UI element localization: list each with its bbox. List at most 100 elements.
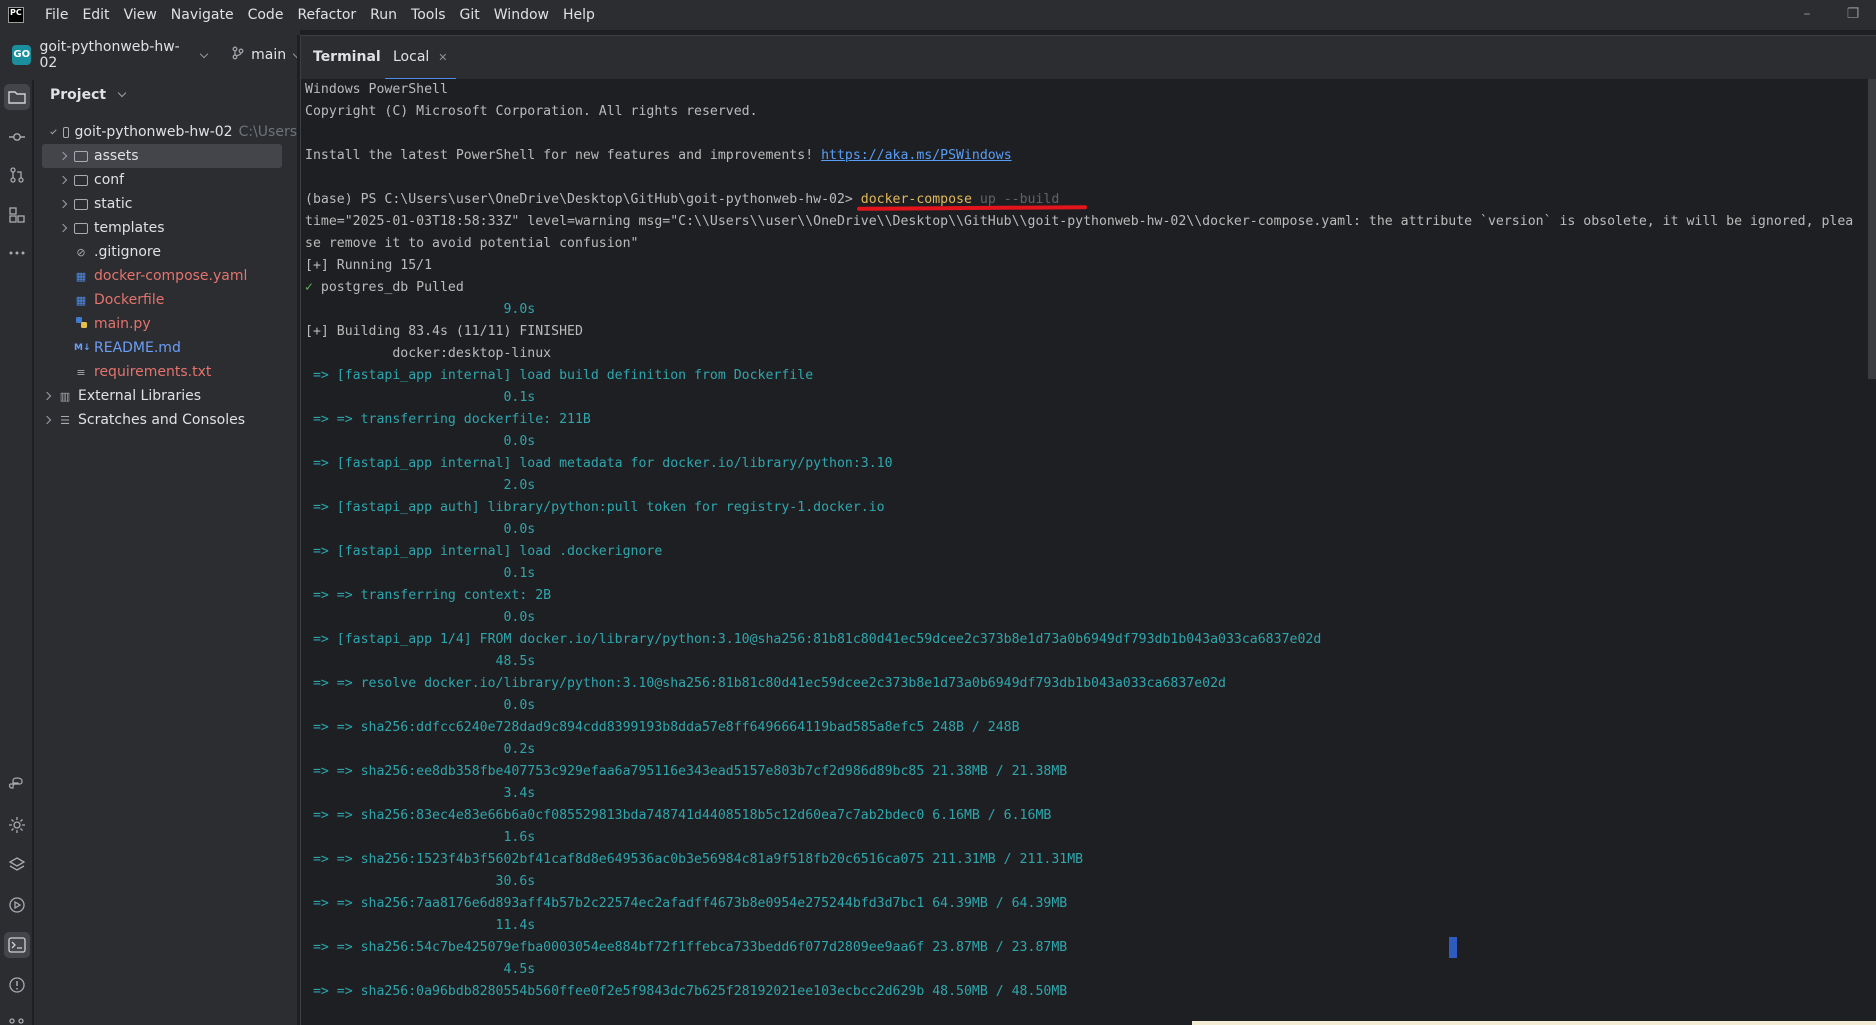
chevron-down-icon[interactable] (200, 49, 209, 58)
menu-edit[interactable]: Edit (75, 0, 116, 30)
powershell-link[interactable]: https://aka.ms/PSWindows (821, 148, 1012, 163)
project-selector[interactable]: goit-pythonweb-hw-02 (39, 39, 193, 71)
tree-item-static[interactable]: static (34, 192, 297, 216)
terminal-line: => [fastapi_app internal] load .dockerig… (305, 544, 663, 559)
menu-code[interactable]: Code (241, 0, 291, 30)
tree-root[interactable]: goit-pythonweb-hw-02 C:\Users (34, 120, 297, 144)
tree-item-label: templates (94, 220, 165, 236)
install-text: Install the latest PowerShell for new fe… (305, 148, 822, 163)
bottom-edge-strip (1192, 1021, 1876, 1025)
root-path-hint: C:\Users (238, 124, 297, 140)
terminal-line: 0.0s (305, 522, 536, 537)
tree-item-assets[interactable]: assets (42, 144, 282, 168)
branch-selector[interactable]: main (251, 47, 286, 63)
terminal-header: Terminal Local ✕ (300, 35, 1876, 80)
pulled-text: postgres_db Pulled (312, 280, 464, 295)
expand-arrow-icon[interactable] (58, 175, 68, 185)
menu-navigate[interactable]: Navigate (164, 0, 241, 30)
terminal-icon[interactable] (4, 932, 30, 958)
text-file-icon: ≡ (76, 365, 86, 379)
menu-refactor[interactable]: Refactor (290, 0, 363, 30)
terminal-line: 0.2s (305, 742, 536, 757)
prompt-text: (base) PS C:\Users\user\OneDrive\Desktop… (305, 192, 861, 207)
tree-item-conf[interactable]: conf (34, 168, 297, 192)
terminal-line: docker:desktop-linux (305, 346, 552, 361)
chevron-down-icon[interactable] (117, 88, 127, 98)
tree-item-label: Scratches and Consoles (78, 412, 245, 428)
expand-arrow-icon[interactable] (58, 199, 68, 209)
panel-title-label: Project (50, 87, 107, 103)
terminal-line: Install the latest PowerShell for new fe… (305, 145, 1853, 167)
expand-arrow-icon[interactable] (42, 415, 52, 425)
more-icon[interactable] (4, 240, 30, 266)
menu-help[interactable]: Help (556, 0, 602, 30)
project-panel-title[interactable]: Project (50, 87, 127, 103)
tree-item-main-py[interactable]: main.py (34, 312, 297, 336)
tree-item-label: README.md (94, 340, 181, 356)
folder-icon (74, 198, 88, 210)
services-icon[interactable] (4, 812, 30, 838)
tree-item-docker-compose[interactable]: ▦ docker-compose.yaml (34, 264, 297, 288)
terminal-line: 0.1s (305, 566, 536, 581)
pycharm-logo-icon[interactable]: PC (8, 7, 24, 23)
project-panel: Project goit-pythonweb-hw-02 C:\Users as… (34, 80, 297, 1025)
terminal-scrollbar[interactable] (1868, 79, 1876, 1025)
tab-label: Local (393, 49, 430, 65)
expand-arrow-icon[interactable] (42, 391, 52, 401)
terminal-output[interactable]: Windows PowerShell Copyright (C) Microso… (300, 79, 1868, 1025)
folder-icon[interactable] (4, 84, 30, 110)
commit-icon[interactable] (4, 124, 30, 150)
text-cursor (1449, 937, 1457, 958)
terminal-line: => => transferring dockerfile: 211B (305, 412, 591, 427)
terminal-title: Terminal (313, 49, 381, 65)
run-icon[interactable] (4, 892, 30, 918)
terminal-line: 0.0s (305, 610, 536, 625)
terminal-line: 30.6s (305, 874, 536, 889)
terminal-line: 9.0s (305, 302, 536, 317)
menu-git[interactable]: Git (453, 0, 487, 30)
close-icon[interactable]: ✕ (438, 51, 447, 64)
tree-item-requirements[interactable]: ≡ requirements.txt (34, 360, 297, 384)
terminal-line: 0.1s (305, 390, 536, 405)
terminal-line: => [fastapi_app auth] library/python:pul… (305, 500, 885, 515)
menu-view[interactable]: View (117, 0, 164, 30)
git-icon[interactable] (4, 1010, 30, 1025)
menu-window[interactable]: Window (487, 0, 556, 30)
tree-item-external-libraries[interactable]: ▥ External Libraries (34, 384, 297, 408)
terminal-line: 4.5s (305, 962, 536, 977)
scratches-icon: ☰ (60, 413, 70, 427)
terminal-line: => [fastapi_app 1/4] FROM docker.io/libr… (305, 632, 1322, 647)
tree-item-dockerfile[interactable]: ▦ Dockerfile (34, 288, 297, 312)
tree-item-label: docker-compose.yaml (94, 268, 248, 284)
tree-item-scratches[interactable]: ☰ Scratches and Consoles (34, 408, 297, 432)
menu-file[interactable]: File (38, 0, 75, 30)
expand-arrow-icon[interactable] (50, 127, 57, 134)
tree-item-readme[interactable]: M↓ README.md (34, 336, 297, 360)
root-folder-label: goit-pythonweb-hw-02 (74, 124, 233, 140)
python-console-icon[interactable] (4, 772, 30, 798)
minimize-button[interactable]: – (1784, 0, 1830, 30)
terminal-line: ✓ postgres_db Pulled (305, 277, 1853, 299)
folder-icon (74, 150, 88, 162)
expand-arrow-icon[interactable] (58, 223, 68, 233)
project-bar: GO goit-pythonweb-hw-02 main (0, 30, 302, 80)
docker-icon: ▦ (75, 293, 87, 307)
tab-local[interactable]: Local ✕ (385, 36, 456, 80)
tree-item-templates[interactable]: templates (34, 216, 297, 240)
menu-tools[interactable]: Tools (404, 0, 453, 30)
window-controls: – ❐ (1784, 0, 1876, 30)
expand-arrow-icon[interactable] (58, 151, 68, 161)
scrollbar-thumb[interactable] (1868, 79, 1876, 379)
terminal-line: se remove it to avoid potential confusio… (305, 236, 639, 251)
tree-item-gitignore[interactable]: ⊘ .gitignore (34, 240, 297, 264)
problems-icon[interactable] (4, 972, 30, 998)
menu-run[interactable]: Run (363, 0, 404, 30)
terminal-line: [+] Building 83.4s (11/11) FINISHED (305, 324, 583, 339)
terminal-line: => => resolve docker.io/library/python:3… (305, 676, 1226, 691)
restore-button[interactable]: ❐ (1830, 0, 1876, 30)
structure-icon[interactable] (4, 202, 30, 228)
layers-icon[interactable] (4, 852, 30, 878)
pull-requests-icon[interactable] (4, 162, 30, 188)
project-badge[interactable]: GO (12, 45, 32, 65)
